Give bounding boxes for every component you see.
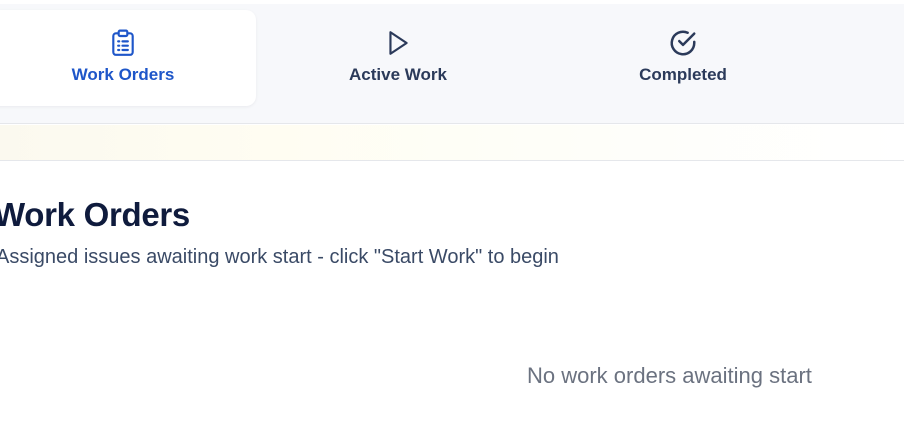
tab-work-orders[interactable]: Work Orders xyxy=(0,10,256,106)
play-icon xyxy=(383,28,413,58)
tab-active-work-label: Active Work xyxy=(349,65,447,84)
check-circle-icon xyxy=(668,28,698,58)
empty-state-message: No work orders awaiting start xyxy=(527,363,812,388)
tab-completed[interactable]: Completed xyxy=(575,10,791,106)
page-title: Work Orders xyxy=(0,196,190,233)
banner-strip xyxy=(0,125,904,161)
tab-completed-label: Completed xyxy=(639,65,727,84)
tab-active-work[interactable]: Active Work xyxy=(290,10,506,106)
page-subtitle: Assigned issues awaiting work start - cl… xyxy=(0,246,559,268)
tab-work-orders-label: Work Orders xyxy=(71,65,175,84)
tab-bar: Work Orders Active Work Completed xyxy=(0,4,904,124)
clipboard-list-icon xyxy=(108,28,138,58)
